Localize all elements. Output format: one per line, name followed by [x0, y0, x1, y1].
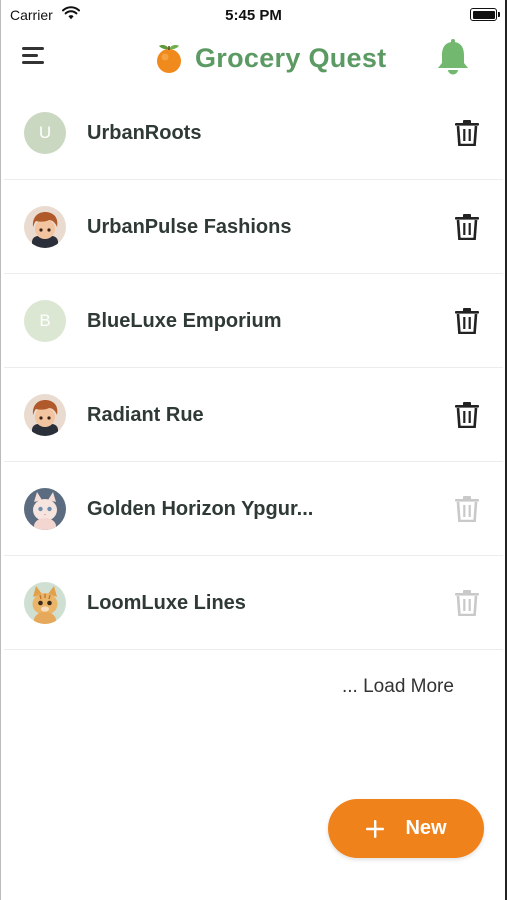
- trash-icon[interactable]: [454, 214, 480, 240]
- menu-icon[interactable]: [22, 47, 46, 67]
- kitten-avatar-icon: [24, 488, 66, 530]
- list-item[interactable]: Radiant Rue: [4, 368, 503, 462]
- screen-left-edge: [0, 0, 1, 900]
- store-list: U UrbanRoots UrbanPulse Fashions B BlueL…: [4, 86, 503, 650]
- status-time: 5:45 PM: [225, 7, 282, 24]
- list-item[interactable]: U UrbanRoots: [4, 86, 503, 180]
- battery-icon: [470, 8, 500, 21]
- app-header: Grocery Quest: [0, 30, 507, 86]
- boy-cartoon-avatar-icon: [24, 394, 66, 436]
- list-item[interactable]: B BlueLuxe Emporium: [4, 274, 503, 368]
- avatar: B: [24, 300, 66, 342]
- trash-icon[interactable]: [454, 496, 480, 522]
- trash-icon[interactable]: [454, 120, 480, 146]
- status-bar: Carrier 5:45 PM: [0, 0, 507, 30]
- new-store-button[interactable]: New: [328, 799, 484, 858]
- load-more-link[interactable]: ... Load More: [342, 676, 454, 698]
- store-name: BlueLuxe Emporium: [87, 310, 282, 332]
- store-name: Radiant Rue: [87, 404, 204, 426]
- store-name: UrbanRoots: [87, 122, 202, 144]
- store-name: UrbanPulse Fashions: [87, 216, 292, 238]
- list-item[interactable]: Golden Horizon Ypgur...: [4, 462, 503, 556]
- bell-icon[interactable]: [435, 38, 471, 76]
- list-item[interactable]: UrbanPulse Fashions: [4, 180, 503, 274]
- new-button-label: New: [405, 817, 447, 839]
- list-item[interactable]: LoomLuxe Lines: [4, 556, 503, 650]
- trash-icon[interactable]: [454, 308, 480, 334]
- plus-icon: [366, 819, 385, 838]
- tabby-cat-avatar-icon: [24, 582, 66, 624]
- trash-icon[interactable]: [454, 402, 480, 428]
- boy-cartoon-avatar-icon: [24, 206, 66, 248]
- avatar: U: [24, 112, 66, 154]
- orange-fruit-logo-icon: [157, 45, 181, 73]
- app-brand: Grocery Quest: [152, 40, 386, 76]
- trash-icon[interactable]: [454, 590, 480, 616]
- store-name: Golden Horizon Ypgur...: [87, 498, 314, 520]
- store-name: LoomLuxe Lines: [87, 592, 246, 614]
- app-title: Grocery Quest: [195, 42, 387, 73]
